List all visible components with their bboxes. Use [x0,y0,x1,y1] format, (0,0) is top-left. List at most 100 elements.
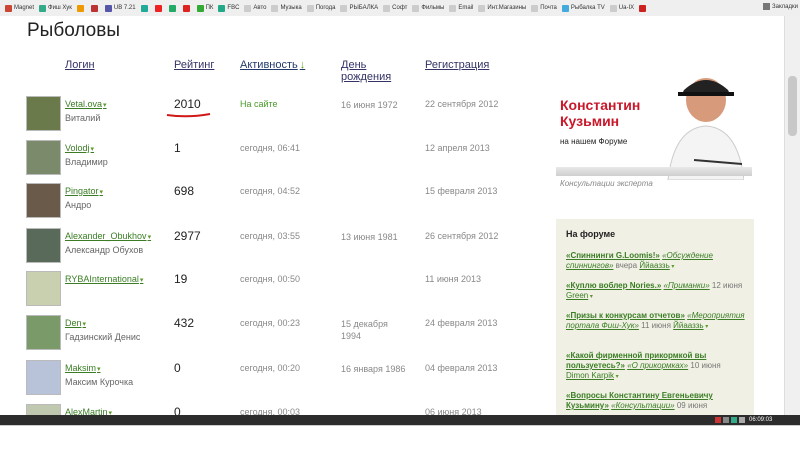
bookmark-item[interactable] [140,4,150,12]
user-rating: 432 [174,316,195,330]
user-login-link[interactable]: Pingator▾ [65,186,103,196]
user-login-link[interactable]: Maksim▾ [65,363,101,373]
bookmarks-menu[interactable]: Закладки [763,3,798,10]
tray-icon[interactable] [723,417,729,423]
bookmark-icon [5,4,12,12]
table-row: Alexander_Obukhov▾ Александр Обухов 2977 се… [0,228,540,268]
forum-topic-link[interactable]: «Куплю воблер Nories.» [566,281,661,290]
bookmark-label: Почта [540,5,557,11]
forum-topic-link[interactable]: «Призы к конкурсам отчетов» [566,311,685,320]
bookmark-item[interactable] [168,4,178,12]
bookmark-icon [478,4,486,12]
user-login: Vetal.ova [65,99,103,109]
column-header-rating[interactable]: Рейтинг [174,59,214,71]
dropdown-arrow-icon[interactable]: ▾ [83,321,87,328]
dropdown-arrow-icon[interactable]: ▾ [588,294,593,300]
column-header-activity[interactable]: Активность ↓ [240,59,305,71]
bookmark-item[interactable]: Email [449,4,473,12]
bookmark-item[interactable]: Авто [244,4,266,12]
user-login-link[interactable]: Alexander_Obukhov▾ [65,231,151,241]
avatar[interactable] [26,96,61,131]
bookmark-item[interactable]: Инт.Магазины [478,4,526,12]
avatar[interactable] [26,140,61,175]
user-registration-date: 11 июня 2013 [425,274,481,284]
forum-item-user[interactable]: Green [566,291,588,300]
bookmark-item[interactable]: Почта [531,4,557,12]
expert-banner[interactable]: Константин Кузьмин на нашем Форуме Консул… [556,68,752,198]
bookmark-item[interactable]: ПК [196,4,213,12]
bottom-dark-bar [0,415,800,425]
dropdown-arrow-icon[interactable]: ▾ [91,146,95,153]
bookmark-item[interactable]: Рыбалка TV [561,4,605,12]
avatar[interactable] [26,228,61,263]
dropdown-arrow-icon[interactable]: ▾ [100,189,104,196]
dropdown-arrow-icon[interactable]: ▾ [704,324,708,330]
bookmark-item[interactable]: Magnet [5,4,34,12]
forum-item-user[interactable]: Ййааззь [639,261,669,270]
speaker-icon[interactable] [739,417,745,423]
user-registration-date: 24 февраля 2013 [425,318,498,328]
bookmark-item[interactable] [639,4,648,12]
dropdown-arrow-icon[interactable]: ▾ [97,366,101,373]
bookmark-item[interactable]: Ua-IX [609,4,634,12]
forum-item-user[interactable]: Ййааззь [673,321,703,330]
bookmarks-menu-label: Закладки [772,3,798,10]
bookmark-label: FBC [227,5,240,11]
bookmark-icon [76,4,84,12]
user-birthday: 16 января 1986 [341,364,406,374]
bookmark-label: Фильмы [421,5,445,11]
bookmark-item[interactable]: Фиш Хук [39,4,72,12]
dropdown-arrow-icon[interactable]: ▾ [140,277,144,284]
forum-topic-link[interactable]: «Спиннинги G.Loomis!» [566,251,660,260]
user-login: Volodj [65,143,90,153]
avatar[interactable] [26,183,61,218]
table-row: Pingator▾ Андро 698 сегодня, 04:52 15 феврал… [0,183,540,223]
vertical-scrollbar[interactable] [784,16,800,415]
bookmark-item[interactable]: UB 7.21 [104,4,136,12]
forum-item: «Куплю воблер Nories.» «Приманки» 12 июн… [566,281,746,302]
user-login-link[interactable]: RYBAInternational▾ [65,274,143,284]
forum-item-date: 09 июня [676,401,708,410]
user-login-link[interactable]: Volodj▾ [65,143,94,153]
avatar[interactable] [26,360,61,395]
avatar[interactable] [26,271,61,306]
tray-icon[interactable] [715,417,721,423]
avatar[interactable] [26,315,61,350]
dropdown-arrow-icon[interactable]: ▾ [614,374,619,380]
bookmark-item[interactable]: FBC [218,4,240,12]
forum-category-link[interactable]: «Консультации» [611,401,675,410]
forum-category-link[interactable]: «Приманки» [664,281,710,290]
user-registration-date: 22 сентября 2012 [425,99,499,109]
user-login-link[interactable]: Vetal.ova▾ [65,99,107,109]
forum-item-user[interactable]: Dimon Karpik [566,371,614,380]
dropdown-arrow-icon[interactable]: ▾ [670,264,674,270]
forum-category-link[interactable]: «О прикормках» [627,361,688,370]
bookmark-item[interactable]: Софт [383,4,407,12]
banner-strip [556,167,752,176]
column-header-registration[interactable]: Регистрация [425,59,489,71]
bookmark-item[interactable] [90,4,100,12]
column-header-birthday[interactable]: День рождения [341,59,391,83]
bookmark-item[interactable]: РЫБАЛКА [340,4,378,12]
user-login: Pingator [65,186,99,196]
bookmark-item[interactable] [182,4,192,12]
scrollbar-thumb[interactable] [788,76,797,136]
user-login-link[interactable]: Den▾ [65,318,86,328]
dropdown-arrow-icon[interactable]: ▾ [148,234,152,241]
banner-name: Константин Кузьмин [560,97,640,129]
column-header-birthday-line2: рождения [341,71,392,83]
bookmark-item[interactable]: Фильмы [412,4,445,12]
bookmark-item[interactable] [76,4,86,12]
bookmark-item[interactable] [154,4,164,12]
table-row: Den▾ Гадзинский Денис 432 сегодня, 00:23 15 … [0,315,540,355]
column-header-login[interactable]: Логин [65,59,95,71]
dropdown-arrow-icon[interactable]: ▾ [103,102,107,109]
bookmark-label: Фиш Хук [48,5,72,11]
bookmark-label: Музыка [280,5,302,11]
user-real-name: Максим Курочка [65,377,134,387]
bookmark-icon [271,4,279,12]
bookmark-item[interactable]: Музыка [271,4,302,12]
tray-icon[interactable] [731,417,737,423]
banner-name-line2: Кузьмин [560,113,620,129]
bookmark-item[interactable]: Погода [306,4,335,12]
